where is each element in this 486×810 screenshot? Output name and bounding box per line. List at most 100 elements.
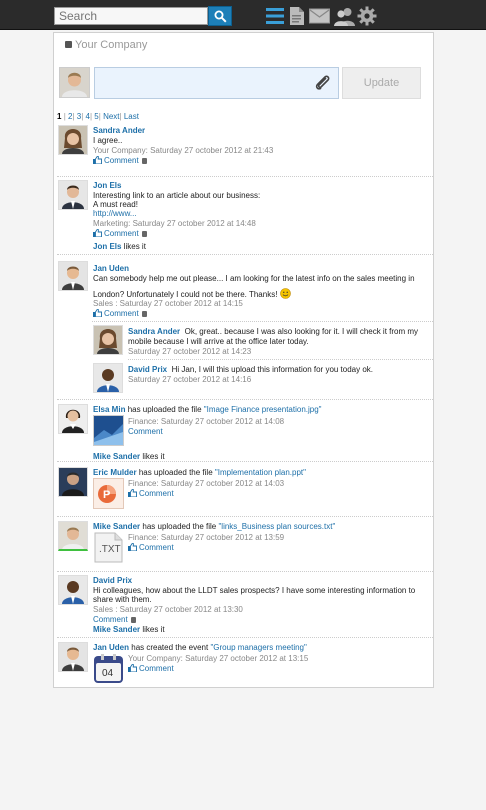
author-name[interactable]: Sandra Ander xyxy=(93,126,145,136)
post-text: share with them. xyxy=(93,595,152,604)
post-text: I agree.. xyxy=(93,136,123,145)
comment-link[interactable]: Comment xyxy=(93,229,147,239)
divider xyxy=(57,571,433,572)
search-icon xyxy=(214,10,227,23)
likes-line: Jon Els likes it xyxy=(93,242,146,251)
reply-text: Sandra Ander Ok, great.. because I was a… xyxy=(128,327,419,336)
activity-panel: Your Company Update 1 | 2| 3| 4| 5| Next… xyxy=(53,32,434,688)
post-headline: Mike Sander has uploaded the file "links… xyxy=(93,522,336,531)
trash-icon[interactable] xyxy=(130,617,136,623)
divider xyxy=(57,399,433,400)
post-meta: Finance: Saturday 27 october 2012 at 13:… xyxy=(128,533,285,542)
divider xyxy=(57,461,433,462)
comment-link[interactable]: Comment xyxy=(128,543,174,553)
paperclip-icon[interactable] xyxy=(314,74,332,92)
avatar[interactable] xyxy=(58,521,88,551)
comment-link[interactable]: Comment xyxy=(128,664,174,674)
lock-icon xyxy=(65,41,72,48)
avatar[interactable] xyxy=(93,363,123,393)
post-meta: Finance: Saturday 27 october 2012 at 14:… xyxy=(128,417,285,426)
like-author[interactable]: Jon Els xyxy=(93,242,121,251)
document-icon[interactable] xyxy=(286,5,308,27)
post-meta: Finance: Saturday 27 october 2012 at 14:… xyxy=(128,479,285,488)
trash-icon[interactable] xyxy=(141,311,147,317)
thumbs-up-icon[interactable] xyxy=(93,309,102,317)
pagination: 1 | 2| 3| 4| 5| Next| Last xyxy=(57,112,139,121)
update-button[interactable]: Update xyxy=(342,67,421,99)
author-name[interactable]: Sandra Ander xyxy=(128,327,180,336)
avatar[interactable] xyxy=(58,642,88,672)
like-author[interactable]: Mike Sander xyxy=(93,452,140,461)
reply-meta: Saturday 27 october 2012 at 14:16 xyxy=(128,375,252,384)
mail-icon[interactable] xyxy=(308,5,330,27)
status-update-input[interactable] xyxy=(94,67,339,99)
author-name[interactable]: Jan Uden xyxy=(93,264,129,274)
post-meta: Marketing: Saturday 27 october 2012 at 1… xyxy=(93,219,256,228)
like-author[interactable]: Mike Sander xyxy=(93,625,140,634)
thumbs-up-icon[interactable] xyxy=(128,543,137,551)
comment-link[interactable]: Comment xyxy=(128,489,174,499)
post-meta: Your Company: Saturday 27 october 2012 a… xyxy=(128,654,309,663)
author-name[interactable]: David Prix xyxy=(93,576,132,586)
search-button[interactable] xyxy=(208,6,232,26)
comment-link[interactable]: Comment xyxy=(93,156,147,166)
smiley-icon xyxy=(279,288,291,299)
avatar[interactable] xyxy=(58,404,88,434)
thumbs-up-icon[interactable] xyxy=(93,156,102,164)
avatar[interactable] xyxy=(58,467,88,497)
author-name[interactable]: Elsa Min xyxy=(93,405,125,414)
post-headline: Jan Uden has created the event "Group ma… xyxy=(93,643,307,652)
calendar-icon[interactable]: 04 xyxy=(93,653,124,684)
comment-link[interactable]: Comment xyxy=(128,427,163,437)
file-link[interactable]: "Implementation plan.ppt" xyxy=(215,468,306,477)
comment-link[interactable]: Comment xyxy=(93,615,136,625)
divider xyxy=(92,321,433,322)
divider xyxy=(128,359,433,360)
page-current: 1 xyxy=(57,112,62,121)
likes-line: Mike Sander likes it xyxy=(93,625,165,634)
avatar[interactable] xyxy=(58,575,88,605)
gear-icon[interactable] xyxy=(356,5,378,27)
post-text: Can somebody help me out please... I am … xyxy=(93,274,415,283)
reply-meta: Saturday 27 october 2012 at 14:23 xyxy=(128,347,252,356)
author-name[interactable]: Jan Uden xyxy=(93,643,129,652)
thumbs-up-icon[interactable] xyxy=(93,229,102,237)
users-icon[interactable] xyxy=(333,5,355,27)
ppt-file-icon[interactable]: P xyxy=(93,478,124,509)
avatar[interactable] xyxy=(58,125,88,155)
author-name[interactable]: Eric Mulder xyxy=(93,468,137,477)
post-meta: Sales : Saturday 27 october 2012 at 13:3… xyxy=(93,605,243,614)
avatar[interactable] xyxy=(93,325,123,355)
avatar[interactable] xyxy=(58,180,88,210)
txt-file-icon[interactable]: .TXT xyxy=(93,532,124,563)
divider xyxy=(57,254,433,255)
post-meta: Your Company: Saturday 27 october 2012 a… xyxy=(93,146,274,155)
author-name[interactable]: Mike Sander xyxy=(93,522,140,531)
avatar[interactable] xyxy=(58,261,88,291)
current-user-avatar xyxy=(59,67,90,98)
event-link[interactable]: "Group managers meeting" xyxy=(210,643,306,652)
divider xyxy=(57,176,433,177)
post-meta: Sales : Saturday 27 october 2012 at 14:1… xyxy=(93,299,243,308)
menu-icon[interactable] xyxy=(264,5,286,27)
trash-icon[interactable] xyxy=(141,231,147,237)
thumbs-up-icon[interactable] xyxy=(128,489,137,497)
company-title: Your Company xyxy=(65,39,147,51)
file-link[interactable]: "Image Finance presentation.jpg" xyxy=(204,405,322,414)
search-input[interactable] xyxy=(54,7,208,25)
thumbs-up-icon[interactable] xyxy=(128,664,137,672)
post-headline: Eric Mulder has uploaded the file "Imple… xyxy=(93,468,306,477)
top-bar xyxy=(0,0,486,30)
post-link[interactable]: http://www... xyxy=(93,209,137,219)
file-link[interactable]: "links_Business plan sources.txt" xyxy=(218,522,335,531)
reply-text: David Prix Hi Jan, I will this upload th… xyxy=(128,365,374,374)
image-file-thumbnail[interactable] xyxy=(93,415,124,446)
next-page-link[interactable]: Next xyxy=(103,112,119,121)
trash-icon[interactable] xyxy=(141,158,147,164)
comment-link[interactable]: Comment xyxy=(93,309,147,319)
author-name[interactable]: Jon Els xyxy=(93,181,121,191)
last-page-link[interactable]: Last xyxy=(124,112,139,121)
post-headline: Elsa Min has uploaded the file "Image Fi… xyxy=(93,405,322,414)
svg-text:P: P xyxy=(103,489,110,501)
author-name[interactable]: David Prix xyxy=(128,365,167,374)
